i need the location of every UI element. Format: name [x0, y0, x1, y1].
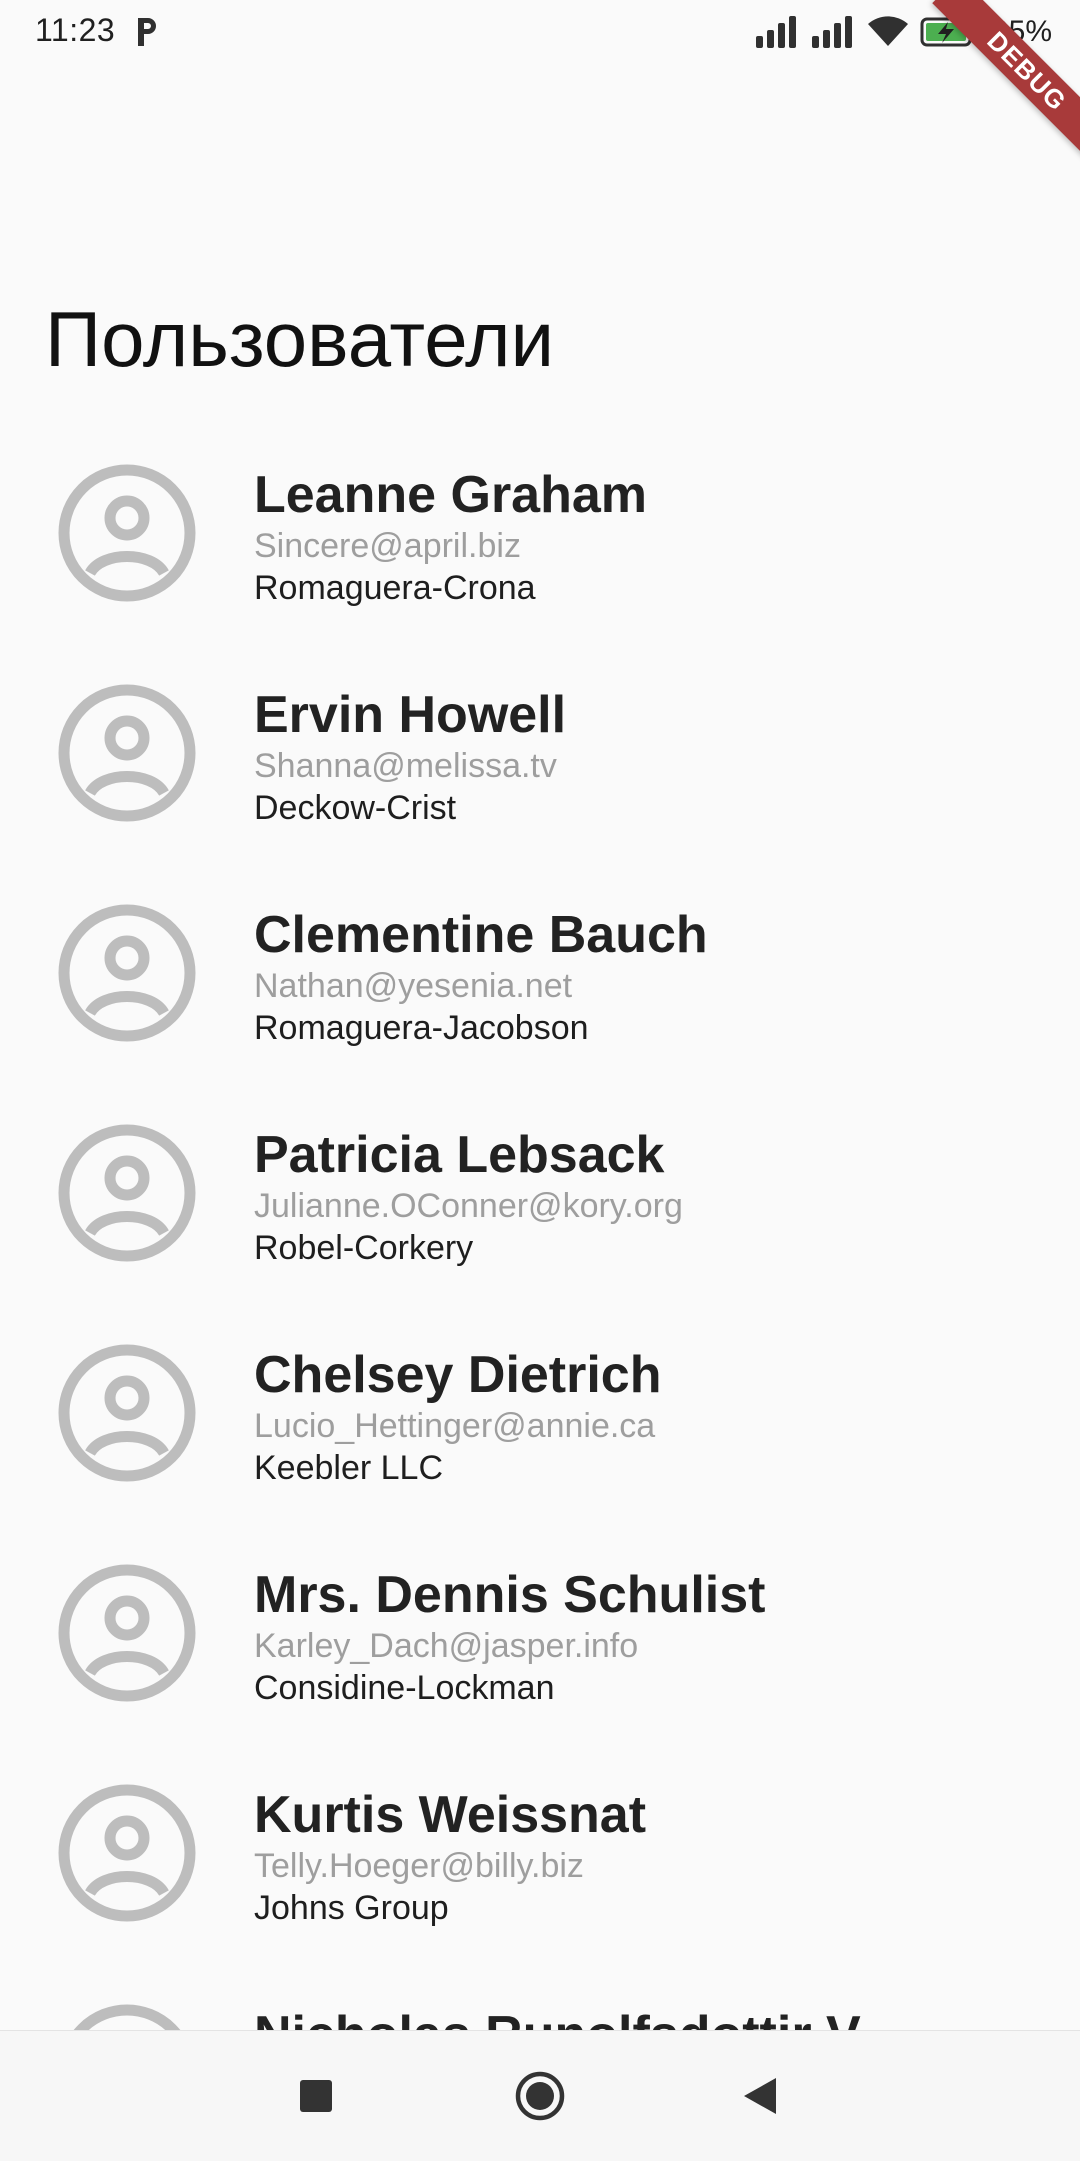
account-circle-icon [58, 1344, 196, 1482]
user-email: Sincere@april.biz [254, 527, 521, 565]
parking-notification-icon [138, 18, 156, 46]
account-circle-icon [58, 1564, 196, 1702]
status-bar: 11:23 95% [0, 0, 1080, 66]
user-email: Karley_Dach@jasper.info [254, 1627, 639, 1665]
user-company: Johns Group [254, 1889, 449, 1927]
recent-apps-button[interactable] [276, 2056, 356, 2136]
list-item[interactable]: Patricia Lebsack Julianne.OConner@kory.o… [0, 1105, 1080, 1325]
user-name: Kurtis Weissnat [254, 1786, 647, 1844]
home-button[interactable] [500, 2056, 580, 2136]
user-name: Mrs. Dennis Schulist [254, 1566, 766, 1624]
list-item[interactable]: Nicholas Runolfsdottir V [0, 1985, 1080, 2030]
list-item[interactable]: Ervin Howell Shanna@melissa.tv Deckow-Cr… [0, 665, 1080, 885]
user-name: Clementine Bauch [254, 906, 708, 964]
user-company: Romaguera-Jacobson [254, 1009, 589, 1047]
wifi-icon [867, 16, 908, 46]
user-company: Romaguera-Crona [254, 569, 536, 607]
list-item[interactable]: Clementine Bauch Nathan@yesenia.net Roma… [0, 885, 1080, 1105]
user-name: Patricia Lebsack [254, 1126, 665, 1184]
user-email: Julianne.OConner@kory.org [254, 1187, 683, 1225]
user-company: Deckow-Crist [254, 789, 457, 827]
signal-icon [755, 16, 796, 48]
back-button[interactable] [720, 2056, 800, 2136]
user-company: Robel-Corkery [254, 1229, 474, 1267]
user-email: Nathan@yesenia.net [254, 967, 573, 1005]
list-item[interactable]: Chelsey Dietrich Lucio_Hettinger@annie.c… [0, 1325, 1080, 1545]
user-company: Keebler LLC [254, 1449, 444, 1487]
recent-apps-icon [300, 2080, 332, 2112]
account-circle-icon [58, 1784, 196, 1922]
account-circle-icon [58, 684, 196, 822]
account-circle-icon [58, 904, 196, 1042]
list-item[interactable]: Mrs. Dennis Schulist Karley_Dach@jasper.… [0, 1545, 1080, 1765]
page-title: Пользователи [45, 295, 555, 383]
user-name: Ervin Howell [254, 686, 567, 744]
back-icon [744, 2078, 776, 2114]
list-item[interactable]: Kurtis Weissnat Telly.Hoeger@billy.biz J… [0, 1765, 1080, 1985]
user-name: Leanne Graham [254, 466, 648, 524]
user-email: Lucio_Hettinger@annie.ca [254, 1407, 656, 1445]
signal-icon [811, 16, 852, 48]
user-list[interactable]: Leanne Graham Sincere@april.biz Romaguer… [0, 445, 1080, 2030]
account-circle-icon [73, 2004, 181, 2030]
system-navigation-bar [0, 2030, 1080, 2161]
status-time: 11:23 [35, 12, 116, 48]
list-item[interactable]: Leanne Graham Sincere@april.biz Romaguer… [0, 445, 1080, 665]
user-email: Shanna@melissa.tv [254, 747, 557, 785]
account-circle-icon [58, 464, 196, 602]
account-circle-icon [58, 1124, 196, 1262]
user-name: Chelsey Dietrich [254, 1346, 662, 1404]
user-company: Considine-Lockman [254, 1669, 555, 1707]
user-name: Nicholas Runolfsdottir V [254, 2005, 1060, 2030]
home-icon [515, 2071, 565, 2121]
user-email: Telly.Hoeger@billy.biz [254, 1847, 584, 1885]
